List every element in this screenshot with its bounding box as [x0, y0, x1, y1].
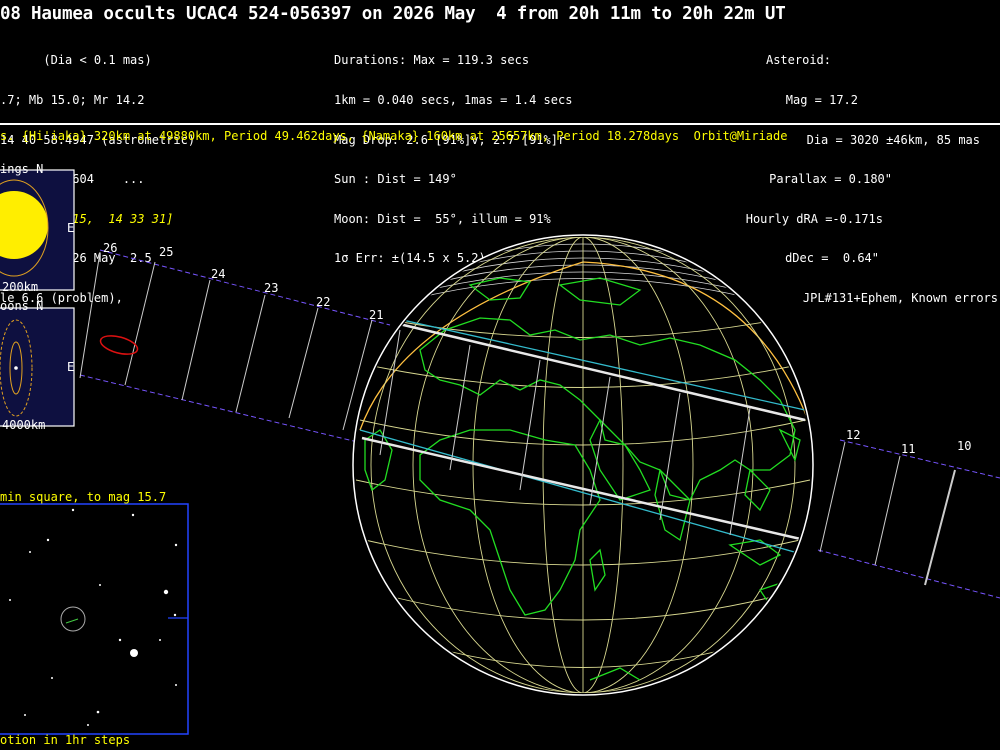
time-tick: [819, 441, 846, 553]
earth-globe: [352, 234, 814, 696]
time-label: 23: [264, 281, 279, 295]
time-label: 10: [957, 439, 972, 453]
occultation-map: [0, 169, 1000, 735]
time-label: 24: [211, 267, 226, 281]
time-label: 22: [316, 295, 331, 309]
star-chart-title: min square, to mag 15.7: [0, 490, 167, 504]
time-label: 21: [369, 308, 384, 322]
moons-scale: 4000km: [2, 418, 46, 432]
path-south-edge: [817, 549, 1000, 599]
target-circle: [60, 606, 86, 632]
rings-title: ings N: [0, 162, 44, 176]
rings-north-label: N: [36, 162, 44, 176]
time-label: 26: [103, 241, 118, 255]
time-tick: [874, 455, 901, 566]
time-tick: [924, 469, 956, 586]
path-south-edge: [79, 374, 371, 446]
time-tick: [288, 307, 319, 419]
shadow-path-east: [817, 439, 1000, 599]
star-chart: [0, 503, 189, 735]
time-tick: [181, 279, 211, 401]
star-chart-footer: otion in 1hr steps: [0, 733, 131, 747]
path-north-edge: [99, 249, 391, 326]
time-tick: [235, 294, 266, 413]
path-north-edge: [839, 439, 1000, 479]
rings-panel: [0, 169, 75, 291]
body-dot: [14, 366, 18, 370]
time-tick: [79, 251, 101, 379]
moons-title: oons N: [0, 299, 44, 313]
field-stars: [9, 508, 178, 726]
time-tick: [124, 261, 156, 386]
rings-scale: 200km: [2, 280, 39, 294]
time-label: 12: [846, 428, 861, 442]
moons-panel: [0, 307, 75, 427]
rings-east-label: E: [67, 221, 75, 235]
target-location-marker: [99, 335, 139, 355]
moons-east-label: E: [67, 360, 75, 374]
shadow-path-west: [79, 249, 391, 446]
moons-north-label: N: [36, 299, 44, 313]
time-label: 25: [159, 245, 174, 259]
time-label: 11: [901, 442, 916, 456]
